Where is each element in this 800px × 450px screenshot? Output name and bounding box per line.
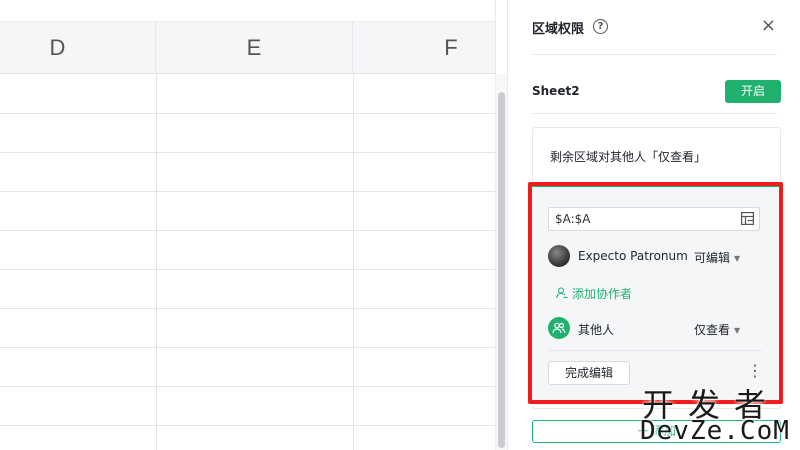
grid-row-line <box>0 386 495 387</box>
column-header-e[interactable]: E <box>156 22 353 74</box>
chevron-down-icon: ▼ <box>734 254 741 263</box>
column-header-label: F <box>444 34 458 60</box>
range-editor: $A:$A Expecto Patronum 可编辑 ▼ 添加协作者 其他人 仅… <box>532 185 781 405</box>
grid-row-line <box>0 191 495 192</box>
remaining-area-label: 剩余区域对其他人「仅查看」 <box>550 150 707 164</box>
avatar <box>548 245 570 267</box>
more-icon[interactable]: ⋮ <box>747 363 763 379</box>
panel-divider <box>532 54 777 55</box>
collaborator-row: Expecto Patronum 可编辑 ▼ <box>548 245 762 267</box>
plus-icon: + <box>637 423 649 439</box>
add-area-button[interactable]: + 添加 <box>532 420 781 443</box>
add-collaborator-link[interactable]: 添加协作者 <box>556 285 632 302</box>
enable-button[interactable]: 开启 <box>725 80 781 103</box>
permission-dropdown[interactable]: 仅查看 ▼ <box>694 321 740 338</box>
grid-row-line <box>0 113 495 114</box>
sheet-divider <box>495 0 496 74</box>
grid-row-line <box>0 152 495 153</box>
column-header-d[interactable]: D <box>0 22 156 74</box>
grid-row-line <box>0 308 495 309</box>
range-select-icon[interactable] <box>741 212 754 225</box>
vertical-scrollbar[interactable] <box>495 74 507 450</box>
panel-title: 区域权限 <box>532 22 585 37</box>
finish-edit-button[interactable]: 完成编辑 <box>548 361 630 385</box>
row-divider <box>548 350 762 351</box>
group-icon <box>548 317 570 339</box>
grid-col-line <box>353 74 354 450</box>
grid-row-line <box>0 269 495 270</box>
column-header-label: D <box>49 34 66 60</box>
collaborator-name: Expecto Patronum <box>578 249 688 263</box>
user-add-icon <box>556 287 568 299</box>
range-value: $A:$A <box>555 212 591 226</box>
permission-dropdown[interactable]: 可编辑 ▼ <box>694 249 740 266</box>
sheet-name: Sheet2 <box>532 84 580 98</box>
permission-value: 仅查看 <box>694 323 731 337</box>
close-icon[interactable]: × <box>761 15 776 36</box>
help-icon[interactable]: ? <box>593 19 608 34</box>
add-area-label: 添加 <box>651 424 676 438</box>
collaborator-name: 其他人 <box>578 323 615 337</box>
chevron-down-icon: ▼ <box>734 326 741 335</box>
grid-col-line <box>156 74 157 450</box>
grid-row-line <box>0 230 495 231</box>
spreadsheet-grid: D E F <box>0 0 495 450</box>
collaborator-row: 其他人 仅查看 ▼ <box>548 317 762 339</box>
add-collaborator-label: 添加协作者 <box>572 287 633 301</box>
grid-row-line <box>0 347 495 348</box>
column-header-label: E <box>246 34 262 60</box>
range-permission-panel: 区域权限 ? × Sheet2 开启 剩余区域对其他人「仅查看」 $A:$A E… <box>507 0 800 450</box>
permission-value: 可编辑 <box>694 251 731 265</box>
scrollbar-thumb[interactable] <box>498 92 505 448</box>
range-input[interactable]: $A:$A <box>548 207 760 231</box>
sheet-top-strip <box>0 0 495 22</box>
grid-row-line <box>0 425 495 426</box>
panel-divider <box>532 113 777 114</box>
column-header-f[interactable]: F <box>353 22 495 74</box>
